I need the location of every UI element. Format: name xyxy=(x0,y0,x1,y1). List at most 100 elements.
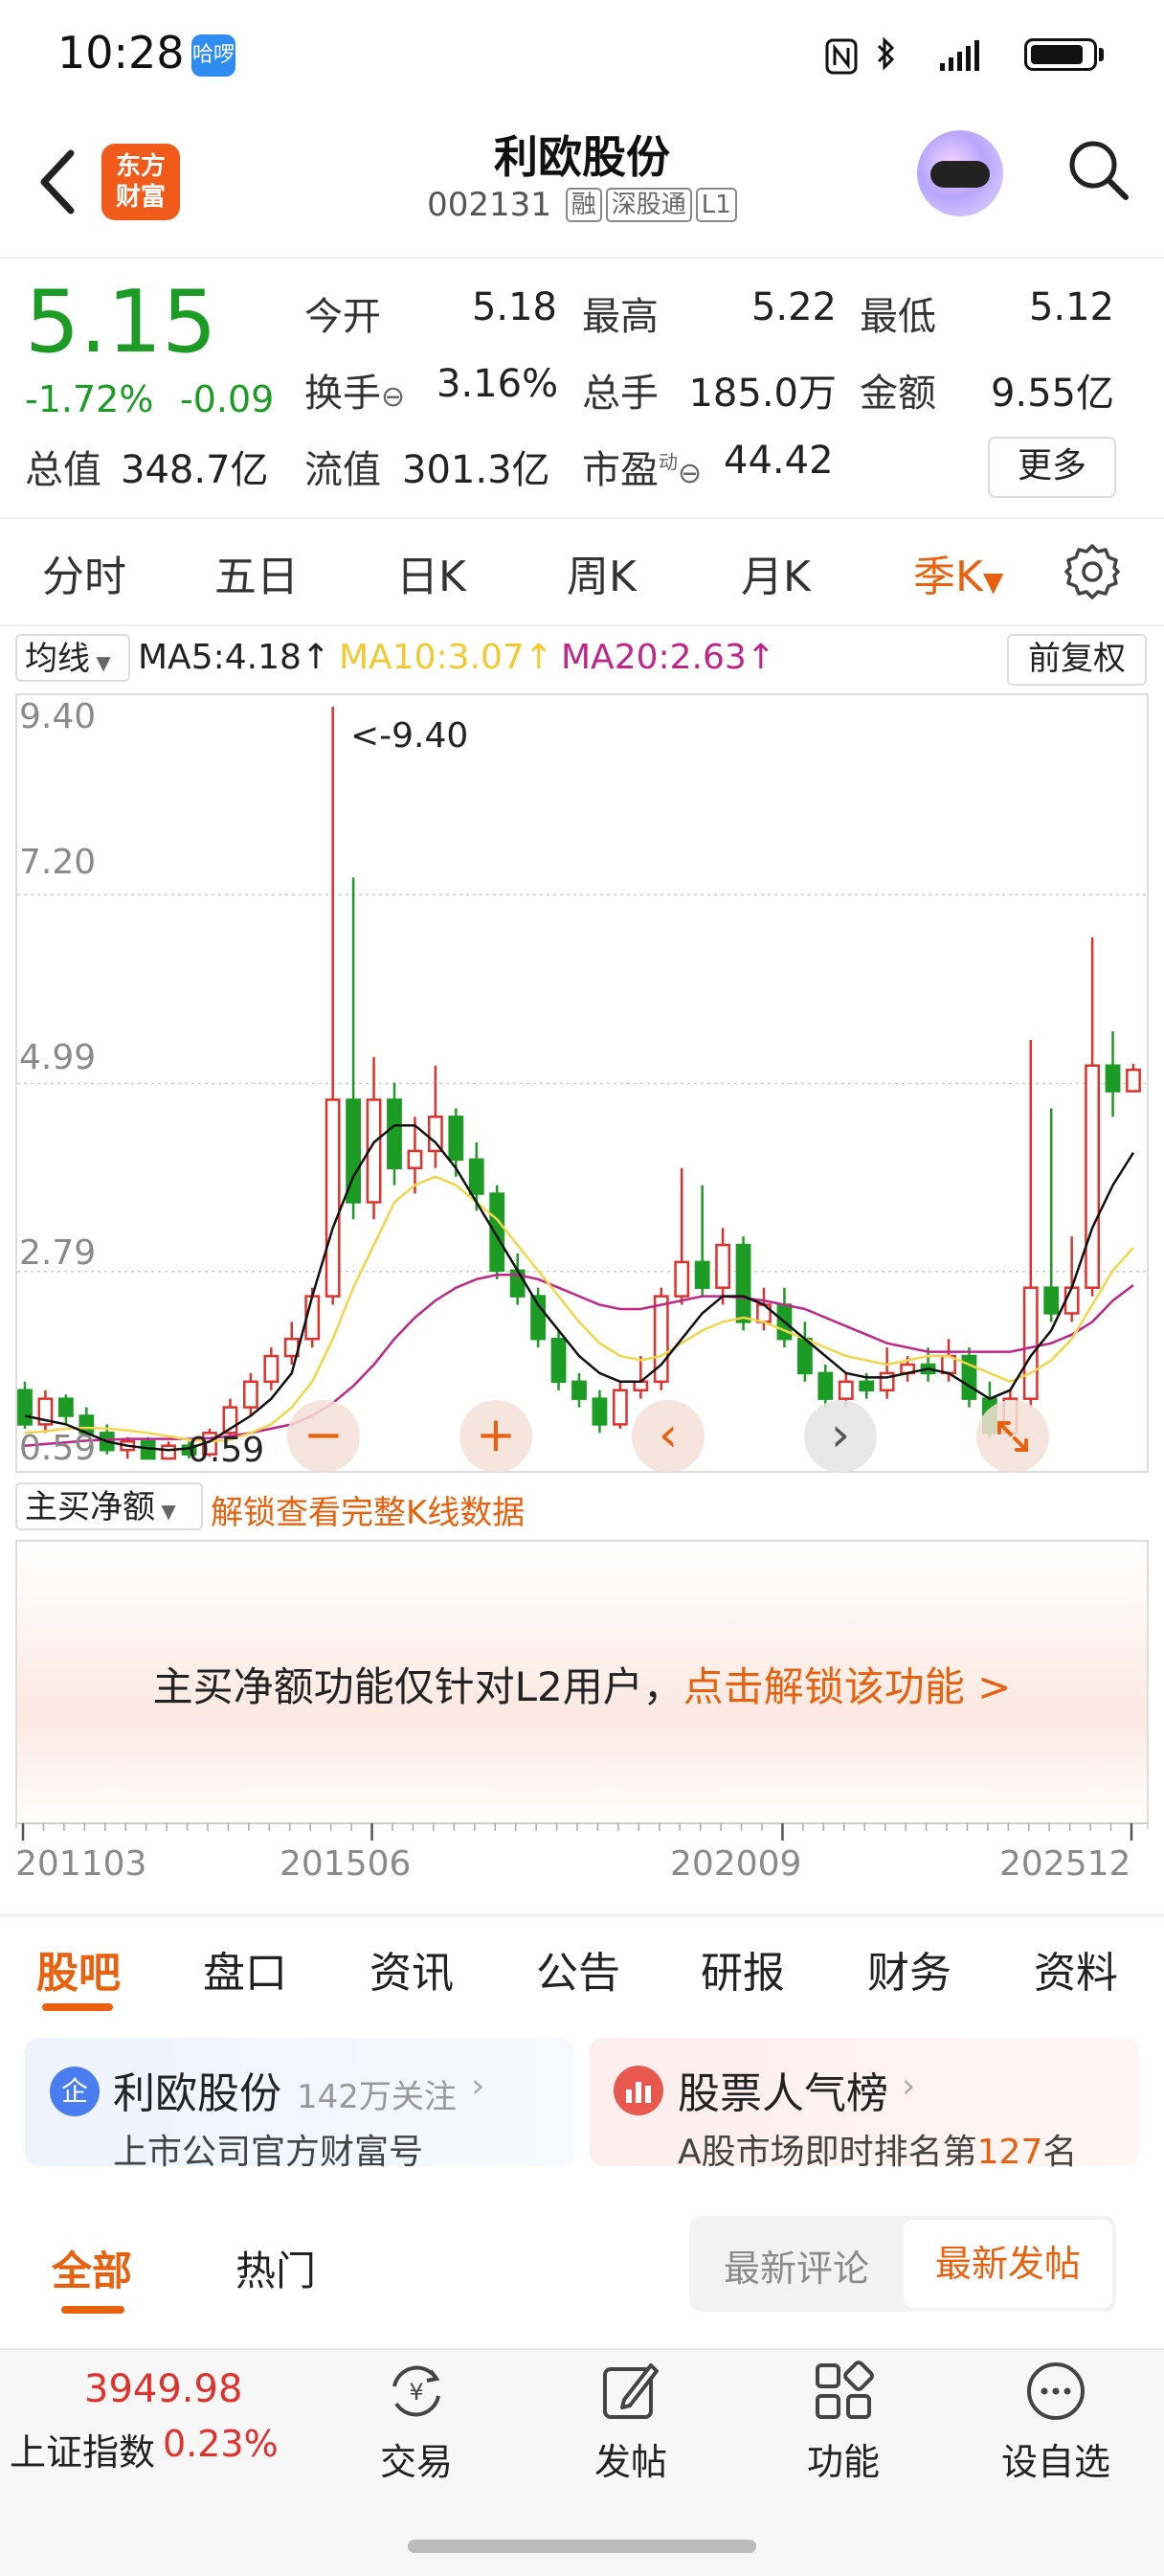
tab-orderbook[interactable]: 盘口 xyxy=(203,1938,287,2000)
tab-monthly-k[interactable]: 月K xyxy=(741,542,811,603)
svg-text:¥: ¥ xyxy=(409,2379,423,2406)
follower-count: 142万关注 xyxy=(297,2078,457,2116)
status-app-badge: 哈啰 xyxy=(191,34,235,77)
volume-label: 总手 xyxy=(582,372,659,416)
sort-latest-post[interactable]: 最新发帖 xyxy=(904,2220,1112,2308)
ma10-value: MA10:3.07↑ xyxy=(339,638,553,677)
float-value: 301.3亿 xyxy=(402,448,550,492)
candle-up xyxy=(325,1098,341,1298)
index-value[interactable]: 3949.98 xyxy=(84,2367,242,2411)
status-time: 10:28 xyxy=(57,27,185,79)
candle-up xyxy=(838,1380,854,1400)
watchlist-label[interactable]: 设自选 xyxy=(979,2432,1132,2485)
level-tag: L1 xyxy=(695,188,737,222)
tab-guba[interactable]: 股吧 xyxy=(36,1938,121,2000)
dropdown-triangle-icon: ▼ xyxy=(982,566,1004,598)
battery-tip xyxy=(1099,48,1104,61)
change-percent: -1.72% xyxy=(25,378,154,420)
open-value: 5.18 xyxy=(471,285,557,329)
turnover-label: 换手⊖ xyxy=(304,372,406,416)
zoom-in-button[interactable]: + xyxy=(459,1400,532,1473)
enterprise-badge-icon: 企 xyxy=(50,2067,100,2116)
chevron-down-icon: ▼ xyxy=(90,651,111,674)
tab-news[interactable]: 资讯 xyxy=(369,1938,454,2000)
candle-up xyxy=(161,1444,177,1460)
feed-tab-all[interactable]: 全部 xyxy=(52,2239,132,2297)
x-tick-label: 201103 xyxy=(15,1844,147,1884)
candle-up xyxy=(407,1149,423,1170)
candle-up xyxy=(427,1115,443,1153)
l2-unlock-message[interactable]: 主买净额功能仅针对L2用户，点击解锁该功能 > xyxy=(15,1655,1149,1713)
chevron-down-icon: ▼ xyxy=(155,1500,176,1523)
functions-grid-icon[interactable] xyxy=(810,2358,877,2425)
amount-value: 9.55亿 xyxy=(990,372,1114,416)
index-name[interactable]: 上证指数 xyxy=(10,2423,155,2475)
quote-divider xyxy=(0,517,1164,519)
unlock-feature-link[interactable]: 点击解锁该功能 > xyxy=(683,1663,1012,1710)
tab-announcements[interactable]: 公告 xyxy=(536,1938,620,2000)
candle-down xyxy=(140,1440,156,1460)
tab-profile[interactable]: 资料 xyxy=(1034,1938,1118,2000)
info-icon[interactable]: ⊖ xyxy=(381,380,405,414)
tab-daily-k[interactable]: 日K xyxy=(396,542,466,603)
float-label: 流值 xyxy=(304,448,381,492)
sub-indicator-select[interactable]: 主买净额 ▼ xyxy=(15,1482,203,1530)
add-watchlist-icon[interactable] xyxy=(1022,2358,1089,2425)
candle-down xyxy=(468,1158,484,1195)
more-button[interactable]: 更多 xyxy=(988,437,1116,498)
trade-label[interactable]: 交易 xyxy=(340,2432,493,2485)
scroll-left-button[interactable]: ‹ xyxy=(632,1400,705,1473)
turnover-value: 3.16% xyxy=(436,362,559,406)
candle-down xyxy=(17,1389,33,1426)
indicator-select[interactable]: 均线 ▼ xyxy=(15,634,130,682)
tab-research[interactable]: 研报 xyxy=(701,1938,785,2000)
unlock-kline-link[interactable]: 解锁查看完整K线数据 xyxy=(211,1486,525,1533)
fullscreen-button[interactable] xyxy=(976,1400,1049,1473)
tab-financials[interactable]: 财务 xyxy=(867,1938,951,2000)
candle-up xyxy=(1126,1068,1141,1093)
time-axis xyxy=(15,1822,1149,1841)
open-label: 今开 xyxy=(304,295,381,339)
adjust-button[interactable]: 前复权 xyxy=(1007,634,1147,686)
current-price: 5.15 xyxy=(25,272,217,373)
post-label[interactable]: 发帖 xyxy=(554,2432,707,2485)
search-icon[interactable] xyxy=(1064,136,1131,203)
stock-code: 002131 xyxy=(427,186,551,224)
tab-weekly-k[interactable]: 周K xyxy=(567,542,637,603)
tabs-divider xyxy=(0,624,1164,626)
pe-value: 44.42 xyxy=(724,439,834,483)
change-amount: -0.09 xyxy=(180,378,275,420)
tab-quarterly-k[interactable]: 季K▼ xyxy=(913,542,1003,603)
candle-down xyxy=(592,1397,608,1426)
section-divider xyxy=(0,1913,1164,1917)
candle-down xyxy=(448,1115,464,1162)
tab-intraday[interactable]: 分时 xyxy=(42,542,126,603)
x-tick-label: 202512 xyxy=(999,1844,1131,1884)
zoom-out-button[interactable]: − xyxy=(287,1400,360,1473)
candle-down xyxy=(571,1380,587,1400)
assistant-robot-icon[interactable] xyxy=(917,130,1003,216)
y-tick-label: 0.59 xyxy=(19,1429,97,1468)
candle-up xyxy=(674,1260,690,1298)
trade-icon[interactable]: ¥ xyxy=(383,2358,450,2425)
functions-label[interactable]: 功能 xyxy=(767,2432,920,2485)
gear-icon[interactable] xyxy=(1063,542,1122,601)
popularity-rank-card[interactable]: 股票人气榜 › A股市场即时排名第127名 xyxy=(590,2038,1139,2172)
company-name: 利欧股份 xyxy=(113,2069,281,2118)
sort-latest-comment[interactable]: 最新评论 xyxy=(724,2239,869,2292)
kline-chart[interactable] xyxy=(15,693,1149,1473)
kline-svg xyxy=(17,707,1147,1460)
company-account-card[interactable]: 企 利欧股份 142万关注 › 上市公司官方财富号 xyxy=(25,2038,574,2172)
feed-tab-hot[interactable]: 热门 xyxy=(235,2239,316,2297)
candle-down xyxy=(57,1397,74,1417)
tab-five-day[interactable]: 五日 xyxy=(214,542,299,603)
y-tick-label: 2.79 xyxy=(19,1233,97,1273)
scroll-right-button[interactable]: › xyxy=(804,1400,877,1473)
amount-label: 金额 xyxy=(860,372,936,416)
pe-info-icon[interactable]: ⊖ xyxy=(678,457,702,490)
compose-post-icon[interactable] xyxy=(597,2358,664,2425)
chevron-right-icon: › xyxy=(902,2067,916,2106)
index-change: 0.23% xyxy=(163,2423,279,2465)
candle-up xyxy=(263,1354,280,1384)
candle-down xyxy=(1043,1286,1060,1315)
